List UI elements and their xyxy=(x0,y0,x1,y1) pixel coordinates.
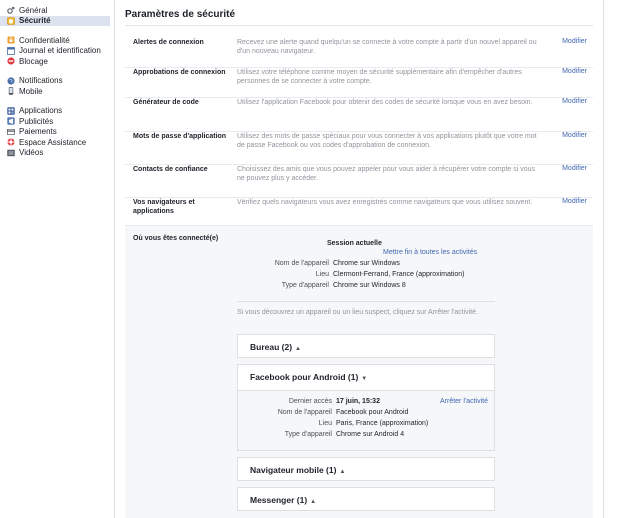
caret-up-icon: ▲ xyxy=(295,346,301,352)
device-group-title[interactable]: Navigateur mobile (1) ▲ xyxy=(250,465,345,475)
device-group-title[interactable]: Bureau (2) ▲ xyxy=(250,342,301,352)
detail-row: Type d'appareil Chrome sur Windows 8 xyxy=(281,282,406,289)
end-all-activity-link[interactable]: Mettre fin à toutes les activités xyxy=(383,249,477,256)
setting-label: Contacts de confiance xyxy=(133,166,208,173)
edit-setting-link[interactable]: Modifier xyxy=(562,68,587,75)
detail-row: Nom de l'appareil Facebook pour Android xyxy=(277,409,409,416)
detail-row: Nom de l'appareil Chrome sur Windows xyxy=(274,260,400,267)
setting-row[interactable]: Contacts de confiance Choisissez des amis… xyxy=(125,165,593,198)
session-divider xyxy=(237,301,495,302)
caret-up-icon: ▲ xyxy=(310,499,317,505)
sidebar-item-label: Général xyxy=(19,5,48,15)
sidebar-item-g-n-ral[interactable]: Général xyxy=(0,5,110,16)
sidebar-item-paiements[interactable]: Paiements xyxy=(0,127,110,138)
setting-label: Générateur de code xyxy=(133,99,199,106)
title-divider xyxy=(125,25,593,26)
setting-row[interactable]: Mots de passe d'application Utilisez des … xyxy=(125,132,593,165)
sidebar-group: Confidentialité Journal et identification… xyxy=(0,35,110,67)
sidebar-group: Général Sécurité xyxy=(0,5,110,26)
setting-row[interactable]: Approbations de connexion Utilisez votre … xyxy=(125,68,593,98)
setting-label: Vos navigateurs et applications xyxy=(133,199,195,215)
block-icon xyxy=(7,57,15,65)
sidebar-item-label: Paiements xyxy=(19,127,57,137)
setting-row[interactable]: Générateur de code Utilisez l'application… xyxy=(125,98,593,132)
sidebar-item-label: Notifications xyxy=(19,76,63,86)
help-icon xyxy=(7,138,15,146)
sidebar-item-label: Journal et identification xyxy=(19,46,101,56)
setting-label: Mots de passe d'application xyxy=(133,133,227,140)
sidebar-item-mobile[interactable]: Mobile xyxy=(0,86,110,97)
current-session-details: Nom de l'appareil Chrome sur Windows Lieu… xyxy=(237,258,465,291)
device-group-title[interactable]: Facebook pour Android (1) ▼ xyxy=(250,372,367,382)
sidebar-item-label: Blocage xyxy=(19,56,48,66)
setting-description: Utilisez des mots de passe spéciaux pour… xyxy=(237,133,537,149)
sidebar-item-label: Confidentialité xyxy=(19,35,70,45)
setting-row[interactable]: Vos navigateurs et applications Vérifiez … xyxy=(125,198,593,226)
detail-row: Dernier accès 17 juin, 15:32 xyxy=(288,398,380,405)
settings-sidebar: Général Sécurité Confidentialité Journal et… xyxy=(0,0,110,518)
sidebar-item-publicit-s[interactable]: Publicités xyxy=(0,116,110,127)
sidebar-item-label: Mobile xyxy=(19,86,43,96)
where-logged-in-label: Où vous êtes connecté(e) xyxy=(133,235,219,242)
setting-description: Utilisez l'application Facebook pour obt… xyxy=(237,99,533,106)
setting-label: Alertes de connexion xyxy=(133,39,204,46)
sidebar-item-applications[interactable]: Applications xyxy=(0,106,110,117)
detail-row: Lieu Clermont-Ferrand, France (approximat… xyxy=(315,271,465,278)
sidebar-item-label: Applications xyxy=(19,106,63,116)
sidebar-item-vid-os[interactable]: Vidéos xyxy=(0,148,110,159)
setting-description: Utilisez votre téléphone comme moyen de … xyxy=(237,69,522,85)
ads-icon xyxy=(7,117,15,125)
setting-row[interactable]: Alertes de connexion Recevez une alerte q… xyxy=(125,38,593,68)
shield-icon xyxy=(7,16,15,25)
page-title: Paramètres de sécurité xyxy=(125,9,236,20)
android-detail-list: Dernier accès 17 juin, 15:32 Nom de l'app… xyxy=(238,396,428,440)
setting-description: Recevez une alerte quand quelqu'un se co… xyxy=(237,39,537,55)
apps-icon xyxy=(7,107,15,115)
where-logged-in-section: Où vous êtes connecté(e) Session actuell… xyxy=(125,226,593,518)
sidebar-item-s-curit-[interactable]: Sécurité xyxy=(0,15,110,26)
sidebar-item-label: Sécurité xyxy=(19,16,51,26)
globe-icon xyxy=(7,77,15,85)
video-icon xyxy=(7,149,15,157)
sidebar-group: Applications Publicités Paiements Espace As… xyxy=(0,106,110,159)
suspicious-activity-hint: Si vous découvrez un appareil ou un lieu… xyxy=(237,309,479,316)
security-settings-panel: Paramètres de sécurité Alertes de connex… xyxy=(114,0,604,518)
setting-label: Approbations de connexion xyxy=(133,69,226,76)
edit-setting-link[interactable]: Modifier xyxy=(562,132,587,139)
detail-row: Lieu Paris, France (approximation) xyxy=(318,420,429,427)
edit-setting-link[interactable]: Modifier xyxy=(562,38,587,45)
detail-row: Type d'appareil Chrome sur Android 4 xyxy=(284,431,405,438)
sidebar-item-blocage[interactable]: Blocage xyxy=(0,56,110,67)
device-group-android[interactable]: Facebook pour Android (1) ▼ Dernier accès… xyxy=(237,364,495,451)
gear-icon xyxy=(7,6,15,15)
phone-icon xyxy=(7,87,15,95)
card-icon xyxy=(7,128,15,136)
current-session-heading: Session actuelle xyxy=(327,240,382,247)
sidebar-item-label: Espace Assistance xyxy=(19,137,87,147)
setting-description: Vérifiez quels navigateurs vous avez enr… xyxy=(237,199,533,206)
sidebar-item-label: Publicités xyxy=(19,116,54,126)
device-group-title[interactable]: Messenger (1) ▲ xyxy=(250,495,316,505)
edit-setting-link[interactable]: Modifier xyxy=(562,165,587,172)
device-group-messenger[interactable]: Messenger (1) ▲ xyxy=(237,487,495,511)
lock-icon xyxy=(7,36,15,44)
device-group-mobile-browser[interactable]: Navigateur mobile (1) ▲ xyxy=(237,457,495,481)
sidebar-item-espace-assistance[interactable]: Espace Assistance xyxy=(0,137,110,148)
caret-up-icon: ▲ xyxy=(339,469,346,475)
stop-activity-link[interactable]: Arrêter l'activité xyxy=(440,396,488,407)
setting-description: Choisissez des amis que vous pouvez appe… xyxy=(237,166,536,182)
sidebar-group: Notifications Mobile xyxy=(0,76,110,97)
sidebar-item-notifications[interactable]: Notifications xyxy=(0,76,110,87)
sidebar-item-label: Vidéos xyxy=(19,148,44,158)
caret-down-icon: ▼ xyxy=(361,376,368,382)
android-session-details: Dernier accès 17 juin, 15:32 Nom de l'app… xyxy=(238,390,494,450)
sidebar-item-journal-et-identification[interactable]: Journal et identification xyxy=(0,46,110,57)
journal-icon xyxy=(7,46,15,55)
device-group-bureau[interactable]: Bureau (2) ▲ xyxy=(237,334,495,358)
edit-setting-link[interactable]: Modifier xyxy=(562,98,587,105)
edit-setting-link[interactable]: Modifier xyxy=(562,198,587,205)
sidebar-item-confidentialit-[interactable]: Confidentialité xyxy=(0,35,110,46)
